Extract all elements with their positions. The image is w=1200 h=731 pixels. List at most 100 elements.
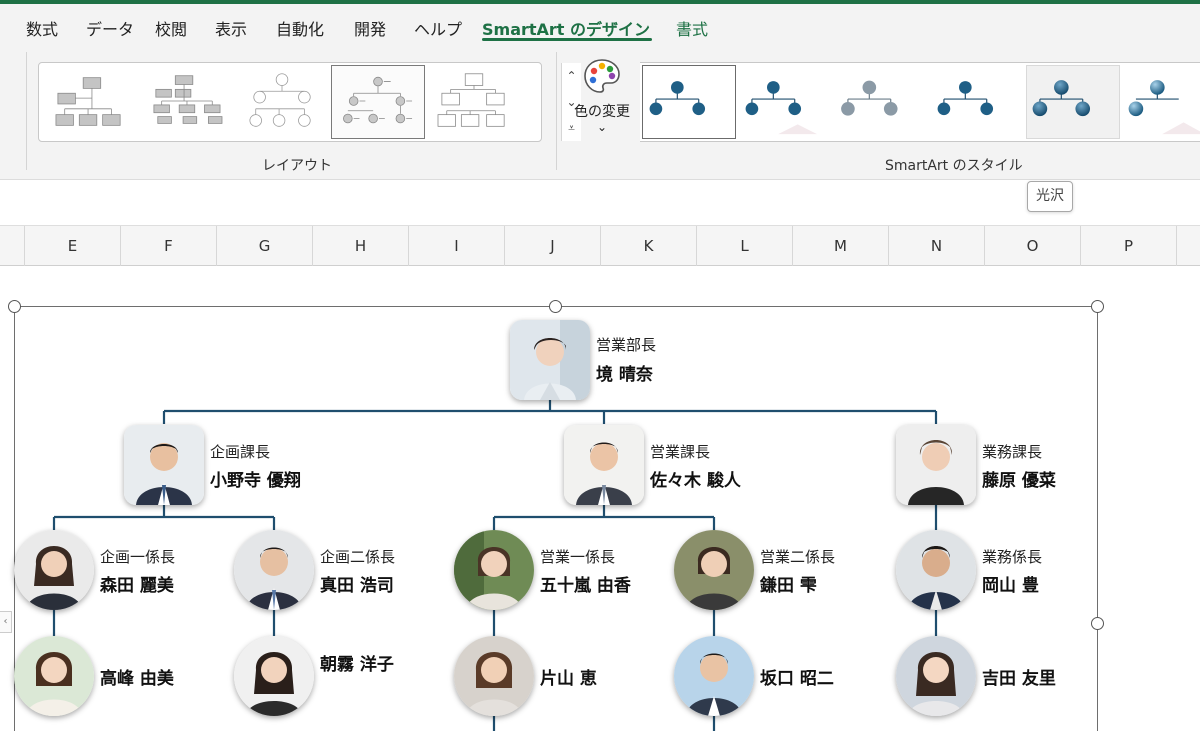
person-name: 朝霧 洋子 (320, 655, 394, 675)
avatar (564, 425, 644, 505)
avatar (124, 425, 204, 505)
person-name: 高峰 由美 (100, 669, 174, 689)
tab-developer[interactable]: 開発 (354, 16, 386, 40)
picture-org-layout-icon (343, 76, 413, 124)
layout-gallery: ⌃ ⌄ ⩡ (38, 62, 581, 142)
layout-group-label: レイアウト (262, 158, 332, 174)
worksheet-area[interactable]: ‹ 営業部長 境 晴奈 企画課長 小野寺 優翔 営業課長 佐々木 駿人 業務課長… (0, 266, 1200, 731)
person-name: 五十嵐 由香 (540, 576, 631, 596)
person-name: 坂口 昭二 (760, 669, 834, 689)
person-title: 営業課長 (650, 443, 711, 461)
style-option-5-hover[interactable] (1026, 65, 1120, 139)
avatar (896, 530, 976, 610)
person-name: 真田 浩司 (320, 576, 394, 596)
active-tab-underline (482, 38, 652, 41)
person-name: 境 晴奈 (596, 365, 653, 385)
avatar (454, 636, 534, 716)
tab-automate[interactable]: 自動化 (276, 16, 324, 40)
table-hierarchy-layout-icon (437, 73, 505, 127)
group-separator (26, 52, 27, 170)
column-header-p[interactable]: P (1081, 226, 1177, 266)
person-name: 藤原 優菜 (982, 471, 1056, 491)
style-flat-icon (649, 81, 706, 116)
avatar (674, 636, 754, 716)
person-name: 片山 恵 (540, 669, 597, 689)
person-title: 業務係長 (982, 548, 1043, 566)
avatar (14, 530, 94, 610)
chevron-down-icon: ⌄ (596, 120, 608, 134)
group-separator (556, 52, 557, 170)
person-name: 小野寺 優翔 (210, 471, 301, 491)
style-option-4[interactable] (930, 65, 1024, 139)
formula-bar-area[interactable] (0, 181, 1200, 225)
style-intense-icon (937, 81, 994, 116)
person-title: 営業一係長 (540, 548, 616, 566)
person-title: 企画課長 (210, 443, 271, 461)
column-header-partial[interactable] (1177, 226, 1200, 266)
person-title: 営業二係長 (760, 548, 836, 566)
ribbon-panel: ⌃ ⌄ ⩡ レイアウト 色の変更 ⌄ SmartArt のスタイル (0, 44, 1200, 180)
person-title: 営業部長 (596, 336, 657, 354)
person-name: 岡山 豊 (982, 576, 1039, 596)
column-header-e[interactable]: E (25, 226, 121, 266)
avatar (234, 636, 314, 716)
column-header-i[interactable]: I (409, 226, 505, 266)
hierarchy-layout-icon (153, 75, 223, 124)
style-subtle-icon (745, 81, 818, 135)
column-header-partial[interactable] (0, 226, 25, 266)
palette-icon (584, 59, 620, 93)
styles-group-label: SmartArt のスタイル (885, 158, 1023, 174)
tab-smartart-design[interactable]: SmartArt のデザイン (482, 16, 650, 40)
layout-option-5[interactable] (427, 65, 521, 139)
column-header-o[interactable]: O (985, 226, 1081, 266)
tab-view[interactable]: 表示 (215, 16, 247, 40)
column-header-m[interactable]: M (793, 226, 889, 266)
person-name: 吉田 友里 (982, 669, 1056, 689)
circle-hierarchy-layout-icon (249, 73, 311, 127)
style-option-3[interactable] (834, 65, 928, 139)
change-colors-label: 色の変更 (574, 104, 630, 120)
change-colors-button[interactable]: 色の変更 ⌄ (568, 54, 636, 140)
tab-review[interactable]: 校閲 (155, 16, 187, 40)
person-title: 業務課長 (982, 443, 1043, 461)
person-name: 佐々木 駿人 (650, 471, 741, 491)
column-header-h[interactable]: H (313, 226, 409, 266)
person-name: 鎌田 雫 (760, 576, 817, 596)
style-option-2[interactable] (738, 65, 832, 139)
style-moderate-icon (841, 80, 898, 116)
avatar (454, 530, 534, 610)
style-tooltip: 光沢 (1027, 181, 1073, 212)
avatar (510, 320, 590, 400)
layout-option-4-selected[interactable] (331, 65, 425, 139)
ribbon-tabs: 数式 データ 校閲 表示 自動化 開発 ヘルプ SmartArt のデザイン 書… (0, 4, 1200, 44)
org-chart: 営業部長 境 晴奈 企画課長 小野寺 優翔 営業課長 佐々木 駿人 業務課長 藤… (0, 266, 1200, 731)
org-chart-layout-icon (55, 77, 121, 126)
column-header-f[interactable]: F (121, 226, 217, 266)
column-header-n[interactable]: N (889, 226, 985, 266)
style-option-1-selected[interactable] (642, 65, 736, 139)
avatar (896, 425, 976, 505)
column-header-l[interactable]: L (697, 226, 793, 266)
avatar (896, 636, 976, 716)
style-polished-icon (1032, 80, 1091, 117)
layout-option-3[interactable] (235, 65, 329, 139)
layout-option-2[interactable] (139, 65, 233, 139)
tab-formulas[interactable]: 数式 (26, 16, 58, 40)
smartart-styles-gallery (640, 62, 1200, 142)
tab-format[interactable]: 書式 (676, 16, 708, 40)
person-title: 企画二係長 (320, 548, 396, 566)
style-option-6[interactable] (1122, 65, 1200, 139)
tab-data[interactable]: データ (86, 16, 134, 40)
person-name: 森田 麗美 (100, 576, 174, 596)
avatar (674, 530, 754, 610)
column-headers: E F G H I J K L M N O P (0, 225, 1200, 266)
column-header-k[interactable]: K (601, 226, 697, 266)
tab-help[interactable]: ヘルプ (414, 16, 462, 40)
style-3d-icon (1128, 80, 1200, 135)
layout-option-1[interactable] (43, 65, 137, 139)
person-title: 企画一係長 (100, 548, 176, 566)
column-header-j[interactable]: J (505, 226, 601, 266)
column-header-g[interactable]: G (217, 226, 313, 266)
avatar (234, 530, 314, 610)
avatar (14, 636, 94, 716)
